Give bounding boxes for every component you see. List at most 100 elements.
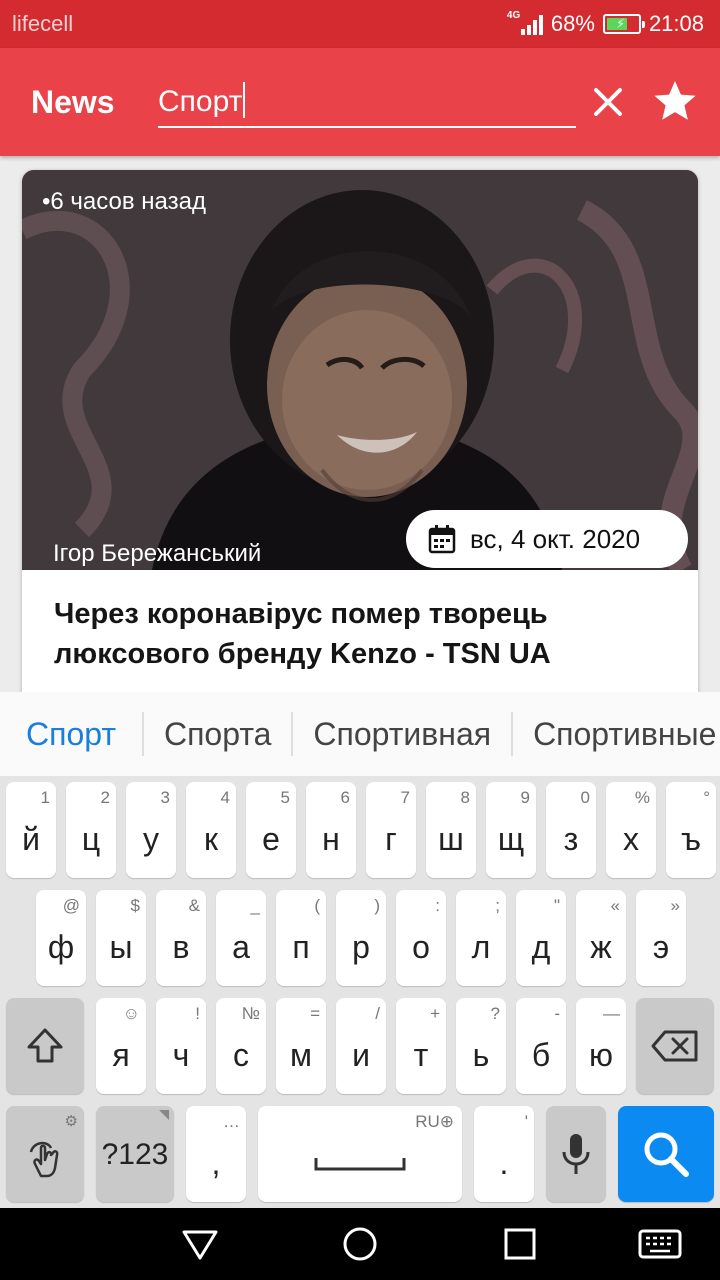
app-title: News [31,84,115,120]
key-letter[interactable]: ; л [456,890,506,986]
navigation-bar [0,1208,720,1280]
key-letter[interactable]: ! ч [156,998,206,1094]
key-char: ф [47,929,75,965]
key-letter[interactable]: & в [156,890,206,986]
key-letter[interactable]: 1й [6,782,56,878]
key-letter[interactable]: № с [216,998,266,1094]
key-letter[interactable]: 9щ [486,782,536,878]
key-secondary-char: № [241,1004,260,1023]
key-secondary-char: 6 [340,788,350,807]
key-secondary-char: « [610,896,620,915]
key-letter[interactable]: 5е [246,782,296,878]
calendar-icon [428,525,456,554]
suggestion-item[interactable]: Спортивная [293,716,511,753]
key-letter[interactable]: ° ъ [666,782,716,878]
shift-key[interactable] [6,998,84,1094]
nav-back-button[interactable] [180,1224,220,1264]
key-letter[interactable]: 7г [366,782,416,878]
suggestion-item[interactable]: Спорта [144,716,291,753]
key-letter[interactable]: " д [516,890,566,986]
key-letter[interactable]: @ ф [36,890,86,986]
network-type-label: 4G [506,10,521,21]
key-letter[interactable]: ) р [336,890,386,986]
key-secondary-char: = [310,1004,320,1023]
suggestion-item[interactable]: Спортивные [513,716,720,753]
key-letter[interactable]: 0з [546,782,596,878]
nav-home-button[interactable] [340,1224,380,1264]
period-key-secondary: ' [524,1112,528,1131]
key-char: н [322,821,340,857]
key-letter[interactable]: % х [606,782,656,878]
suggestion-item[interactable]: Спорт [0,716,142,753]
key-letter[interactable]: _ а [216,890,266,986]
backspace-key[interactable] [636,998,714,1094]
globe-icon: ⊕ [439,1112,454,1131]
key-secondary-char: ? [490,1004,500,1023]
key-letter[interactable]: $ ы [96,890,146,986]
key-char: ц [81,821,101,857]
key-char: э [652,929,670,965]
key-secondary-char: ° [703,788,710,807]
news-card[interactable]: •6 часов назад Ігор Бережанський вс, 4 о… [22,170,698,710]
search-input[interactable]: Спорт [158,82,576,128]
period-key[interactable]: ' . [474,1106,534,1202]
key-letter[interactable]: -б [516,998,566,1094]
key-letter[interactable]: » э [636,890,686,986]
key-secondary-char: 4 [220,788,230,807]
key-char: а [232,929,250,965]
shift-icon [27,1028,63,1063]
key-secondary-char: 7 [400,788,410,807]
key-secondary-char: 2 [100,788,110,807]
key-char: щ [497,821,525,857]
key-letter[interactable]: (п [276,890,326,986]
nav-keyboard-button[interactable] [638,1224,682,1264]
symbols-key[interactable]: ?123 [96,1106,174,1202]
key-char: я [112,1037,130,1073]
key-secondary-char: $ [130,896,140,915]
key-letter[interactable]: 6н [306,782,356,878]
news-author: Ігор Бережанський [53,540,262,567]
key-char: ж [590,929,612,965]
star-icon [654,81,696,120]
key-char: у [143,821,159,857]
key-char: б [531,1037,551,1073]
key-letter[interactable]: 8ш [426,782,476,878]
key-secondary-char: - [554,1004,560,1023]
key-letter[interactable]: ? ь [456,998,506,1094]
nav-recents-button[interactable] [500,1224,540,1264]
key-letter[interactable]: — ю [576,998,626,1094]
key-letter[interactable]: 3у [126,782,176,878]
favorite-button[interactable] [652,78,698,124]
gesture-key[interactable]: ⚙ [6,1106,84,1202]
key-letter[interactable]: = м [276,998,326,1094]
battery-percent: 68% [550,11,595,36]
key-char: ь [472,1037,490,1073]
news-card-image: •6 часов назад Ігор Бережанський вс, 4 о… [22,170,698,570]
space-key[interactable]: RU⊕ [258,1106,462,1202]
clock: 21:08 [648,11,704,36]
key-letter[interactable]: «ж [576,890,626,986]
key-secondary-char: ! [195,1004,200,1023]
space-lang-label: RU⊕ [415,1112,454,1132]
key-letter[interactable]: + т [396,998,446,1094]
key-char: м [290,1037,312,1073]
language-code: RU [415,1112,440,1131]
key-letter[interactable]: :о [396,890,446,986]
key-letter[interactable]: 4к [186,782,236,878]
key-letter[interactable]: 2ц [66,782,116,878]
key-letter[interactable]: ☺ я [96,998,146,1094]
voice-input-key[interactable] [546,1106,606,1202]
key-secondary-char: : [435,896,440,915]
key-char: п [292,929,310,965]
comma-key[interactable]: … , [186,1106,246,1202]
key-secondary-char: _ [250,896,260,915]
clear-search-button[interactable] [588,82,628,122]
news-title[interactable]: Через коронавірус помер творець люксовог… [54,594,674,674]
onscreen-keyboard: ⚙ ?123 … , RU⊕ ' . 1й2ц3у4к5е6н7г8ш9 щ 0… [0,776,720,1208]
key-char: с [233,1037,249,1073]
key-char: д [531,929,551,965]
key-char: е [262,821,280,857]
key-char: й [22,821,40,857]
key-letter[interactable]: / и [336,998,386,1094]
search-key[interactable] [618,1106,714,1202]
